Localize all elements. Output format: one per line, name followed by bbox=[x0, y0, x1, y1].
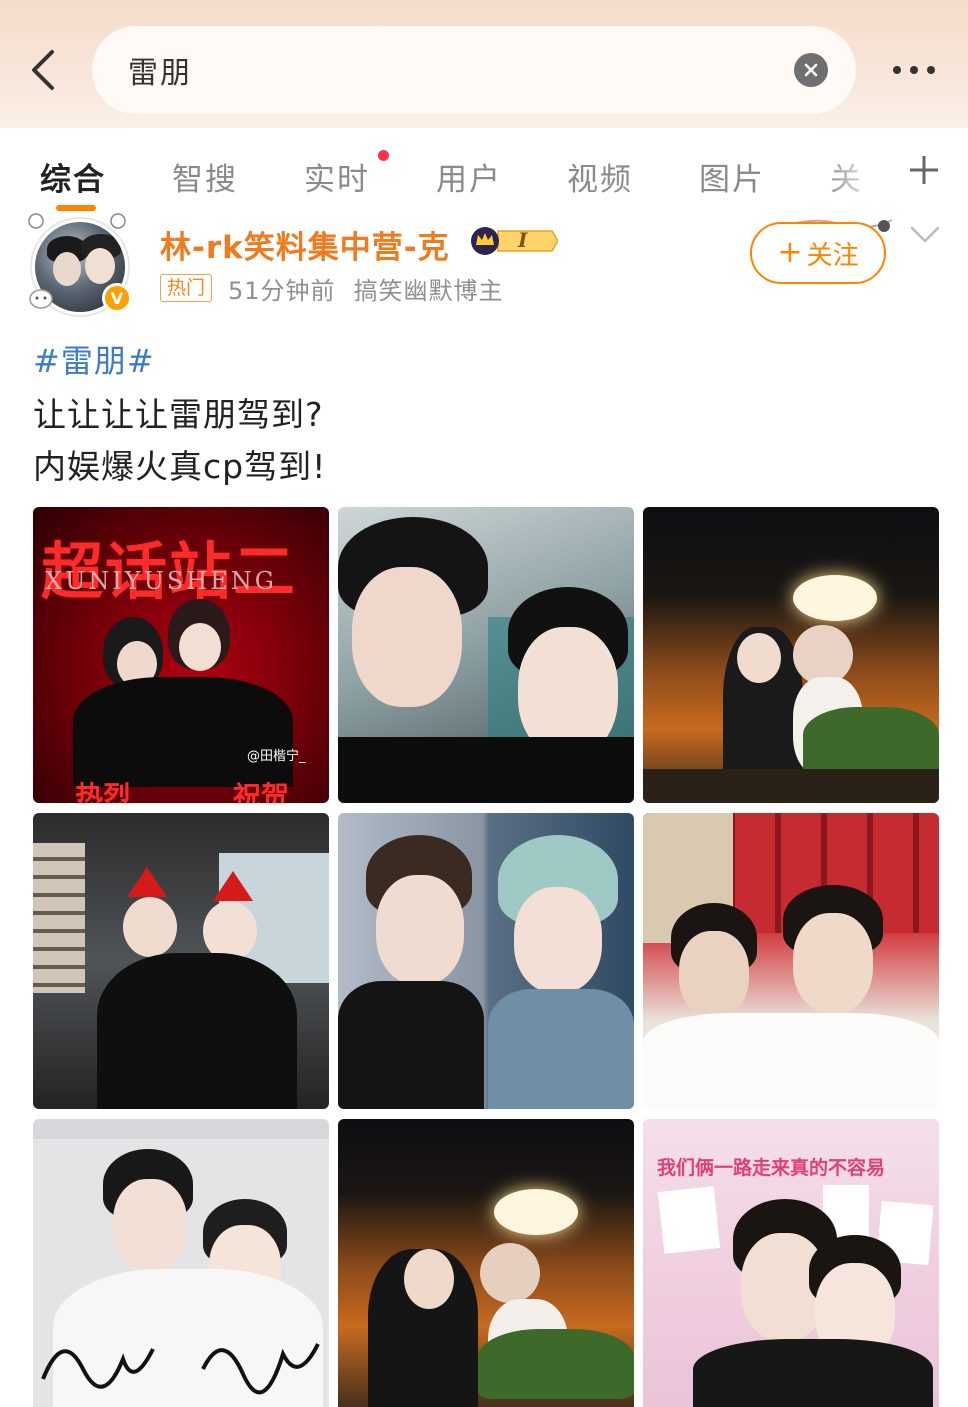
signature bbox=[41, 1343, 320, 1395]
tab-images[interactable]: 图片 bbox=[699, 154, 765, 199]
figure bbox=[97, 953, 297, 1109]
figure bbox=[338, 737, 634, 803]
lamp bbox=[494, 1189, 578, 1235]
figure bbox=[488, 989, 634, 1109]
image-watermark: XUNIYUSHENG bbox=[45, 567, 277, 595]
clear-search-button[interactable] bbox=[794, 53, 828, 87]
more-dot bbox=[910, 66, 918, 74]
figure bbox=[793, 913, 873, 1013]
tab-smart-search[interactable]: 智搜 bbox=[172, 154, 238, 199]
close-icon bbox=[804, 63, 818, 77]
figure bbox=[480, 1243, 540, 1303]
post-image-9[interactable]: 我们俩一路走来真的不容易 bbox=[643, 1119, 939, 1407]
figure bbox=[338, 981, 484, 1109]
post-hashtag[interactable]: #雷朋# bbox=[33, 336, 155, 382]
plants bbox=[478, 1329, 634, 1399]
avatar-bear-decoration bbox=[29, 289, 53, 309]
figure bbox=[376, 875, 464, 985]
search-input[interactable]: 雷朋 bbox=[92, 26, 856, 114]
figure bbox=[693, 1339, 933, 1407]
figure bbox=[352, 567, 462, 707]
railing bbox=[643, 769, 939, 803]
back-button[interactable] bbox=[18, 40, 66, 100]
chevron-left-icon bbox=[32, 50, 54, 90]
plus-icon bbox=[910, 156, 938, 184]
image-caption-bottom-right: 祝贺 bbox=[233, 780, 290, 803]
image-caption-bottom-left: 热烈 bbox=[75, 780, 132, 803]
follow-plus-icon: + bbox=[777, 235, 803, 270]
member-level-badge: I bbox=[470, 226, 559, 256]
author-avatar[interactable]: V bbox=[26, 213, 132, 315]
figure bbox=[73, 677, 293, 787]
photo-wall bbox=[33, 843, 85, 993]
figure bbox=[179, 623, 221, 671]
post-image-4[interactable] bbox=[33, 813, 329, 1109]
verified-badge: V bbox=[102, 283, 132, 313]
author-name[interactable]: 林-rk笑料集中营-克 bbox=[160, 222, 450, 267]
post-time: 51分钟前 bbox=[228, 276, 336, 305]
image-caption-top: 超话站二 bbox=[41, 535, 298, 608]
member-level-text: I bbox=[518, 228, 528, 252]
figure bbox=[679, 931, 749, 1017]
tab-users[interactable]: 用户 bbox=[436, 154, 502, 199]
post-text-line: 让让让让雷朋驾到? bbox=[33, 395, 324, 434]
follow-label: 关注 bbox=[806, 240, 859, 271]
figure bbox=[737, 633, 781, 683]
crown-icon bbox=[471, 227, 559, 255]
tab-videos[interactable]: 视频 bbox=[567, 154, 633, 199]
post-image-5[interactable] bbox=[338, 813, 634, 1109]
figure bbox=[404, 1249, 454, 1309]
hot-tag: 热门 bbox=[160, 274, 213, 302]
santa-hat-icon bbox=[127, 867, 167, 897]
lamp bbox=[793, 575, 877, 621]
chevron-down-icon bbox=[910, 226, 940, 243]
figure bbox=[643, 1013, 939, 1109]
figure bbox=[123, 897, 177, 957]
author-description: 搞笑幽默博主 bbox=[353, 276, 504, 305]
post-text-line: 内娱爆火真cp驾到! bbox=[33, 447, 327, 486]
more-dots-icon bbox=[893, 66, 901, 74]
santa-hat-icon bbox=[213, 871, 253, 901]
post-image-7[interactable] bbox=[33, 1119, 329, 1407]
post-image-1[interactable]: 超话站二 XUNIYUSHENG @田楷宁_ 热烈 祝贺 bbox=[33, 507, 329, 803]
tab-comprehensive[interactable]: 综合 bbox=[40, 154, 106, 199]
post-image-2[interactable] bbox=[338, 507, 634, 803]
post-image-8[interactable] bbox=[338, 1119, 634, 1407]
post-image-3[interactable] bbox=[643, 507, 939, 803]
image-caption-top: 我们俩一路走来真的不容易 bbox=[657, 1157, 886, 1179]
more-options-button[interactable] bbox=[884, 48, 944, 92]
post-menu-button[interactable] bbox=[908, 222, 942, 248]
follow-button[interactable]: + 关注 bbox=[750, 222, 886, 284]
more-dot bbox=[927, 66, 935, 74]
post-meta: 热门 51分钟前 搞笑幽默博主 bbox=[160, 272, 504, 305]
polaroid bbox=[657, 1186, 721, 1254]
tab-fade bbox=[820, 140, 900, 200]
post-image-6[interactable] bbox=[643, 813, 939, 1109]
plants bbox=[803, 707, 939, 777]
add-tab-button[interactable] bbox=[904, 150, 944, 190]
figure bbox=[793, 625, 853, 685]
tab-realtime[interactable]: 实时 bbox=[304, 154, 370, 199]
figure bbox=[203, 901, 257, 961]
figure bbox=[514, 887, 602, 993]
avatar-face bbox=[85, 248, 115, 284]
image-credit: @田楷宁_ bbox=[247, 749, 306, 764]
figure bbox=[113, 1179, 187, 1271]
avatar-face bbox=[53, 252, 81, 286]
search-query-text: 雷朋 bbox=[128, 56, 192, 91]
realtime-notification-dot bbox=[378, 150, 389, 161]
